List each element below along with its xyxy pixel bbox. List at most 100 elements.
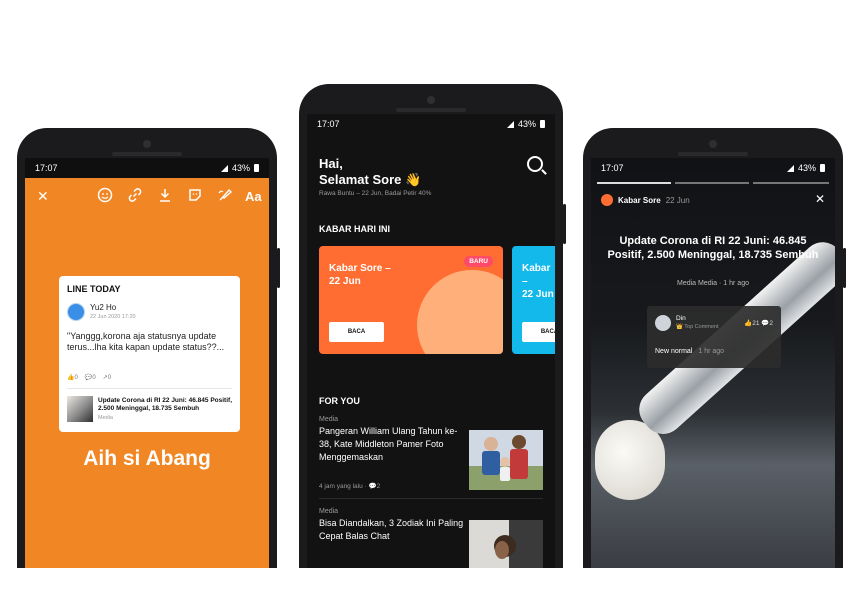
close-icon[interactable]: ✕: [37, 189, 49, 203]
divider: [319, 498, 543, 499]
top-comment-box[interactable]: Din 👑 Top Comment 👍21 💬2 New normal 1 hr …: [647, 306, 781, 368]
avatar: [67, 303, 85, 321]
kabar-card[interactable]: Kabar Sore – 22 Jun BARU BACA: [319, 246, 503, 354]
section-title-kabar: KABAR HARI INI: [319, 224, 390, 234]
editor-toolbar: ✕ Aa: [25, 182, 269, 210]
comment-count-value: 0: [92, 375, 96, 381]
news-source: Media: [98, 415, 113, 421]
power-button: [843, 248, 846, 288]
comment-text-row: New normal 1 hr ago: [655, 348, 724, 355]
article-item[interactable]: Media Bisa Diandalkan, 3 Zodiak Ini Pali…: [319, 508, 469, 543]
search-icon[interactable]: [527, 156, 543, 172]
signal-icon: [220, 164, 228, 172]
comment-count: 💬0: [84, 375, 96, 381]
story-headline[interactable]: Update Corona di RI 22 Juni: 46.845 Posi…: [607, 234, 819, 262]
channel-icon: [601, 194, 613, 206]
battery-percent: 43%: [797, 163, 816, 173]
top-comment-label: 👑 Top Comment: [676, 324, 719, 330]
phone-left: 17:07 43% ✕ Aa LINE TODAY Yu2 Ho 22 Jun …: [17, 128, 280, 568]
greeting: Hai, Selamat Sore 👋: [319, 156, 422, 187]
sun-illustration: [417, 270, 503, 354]
comment-author: Din: [676, 315, 686, 322]
battery-percent: 43%: [231, 163, 250, 173]
article-category: Media: [319, 416, 339, 423]
article-item[interactable]: Media Pangeran William Ulang Tahun ke-38…: [319, 416, 469, 490]
status-bar: 17:07 43%: [25, 158, 269, 178]
divider: [67, 388, 232, 389]
article-thumbnail[interactable]: [469, 430, 543, 490]
emoji-sticker-icon[interactable]: [97, 187, 113, 206]
front-camera: [427, 96, 435, 104]
front-camera: [143, 140, 151, 148]
status-right: 43%: [220, 163, 259, 173]
story-progress-segment: [753, 182, 829, 184]
story-progress-segment: [675, 182, 749, 184]
comment-time: 1 hr ago: [698, 348, 725, 355]
power-button: [277, 248, 280, 288]
text-tool-button[interactable]: Aa: [245, 190, 262, 203]
sticker-icon[interactable]: [187, 187, 203, 206]
section-title-foryou: FOR YOU: [319, 396, 360, 406]
phone-right: 17:07 43% Kabar Sore 22 Jun ✕ Update Cor…: [583, 128, 846, 568]
status-time: 17:07: [35, 163, 58, 173]
article-time: 4 jam yang lalu: [319, 483, 363, 490]
like-count-value: 0: [74, 375, 78, 381]
story-header: Kabar Sore 22 Jun: [601, 194, 690, 206]
draw-icon[interactable]: [217, 187, 233, 206]
channel-date: 22 Jun: [665, 195, 690, 205]
comment-icon: · 💬: [364, 483, 377, 490]
battery-icon: [820, 164, 825, 172]
article-comments: 2: [376, 483, 381, 490]
battery-icon: [540, 120, 545, 128]
download-icon[interactable]: [157, 187, 173, 206]
earpiece: [678, 152, 748, 156]
post-text: "Yanggg,korona aja statusnya update teru…: [67, 331, 225, 352]
post-stats: 👍0 💬0 ↗0: [67, 374, 111, 381]
post-date: 22 Jun 2020 17:20: [90, 314, 136, 320]
earpiece: [112, 152, 182, 156]
status-time: 17:07: [601, 163, 624, 173]
story-editor-screen: 17:07 43% ✕ Aa LINE TODAY Yu2 Ho 22 Jun …: [25, 158, 269, 568]
share-count: ↗0: [102, 375, 112, 381]
status-bar: 17:07 43%: [307, 114, 555, 134]
article-title: Bisa Diandalkan, 3 Zodiak Ini Paling Cep…: [319, 518, 464, 541]
home-feed-screen: 17:07 43% Hai, Selamat Sore 👋 Rawa Buntu…: [307, 114, 555, 568]
signal-icon: [786, 164, 794, 172]
article-thumbnail[interactable]: [469, 520, 543, 568]
comment-likes: 21: [752, 320, 760, 327]
link-icon[interactable]: [127, 187, 143, 206]
kabar-card-next[interactable]: Kabar – 22 Jun BACA: [512, 246, 555, 354]
post-author: Yu2 Ho: [90, 303, 117, 312]
new-badge: BARU: [464, 256, 493, 267]
close-icon[interactable]: ✕: [815, 192, 825, 206]
avatar: [655, 315, 671, 331]
status-right: 43%: [506, 119, 545, 129]
news-thumbnail: [67, 396, 93, 422]
brand-logo: LINE TODAY: [67, 284, 121, 294]
article-category: Media: [319, 508, 339, 515]
comment-stats: 👍21 💬2: [744, 319, 773, 327]
story-viewer-screen: 17:07 43% Kabar Sore 22 Jun ✕ Update Cor…: [591, 158, 835, 568]
article-meta: 4 jam yang lalu · 💬2: [319, 482, 469, 490]
read-button[interactable]: BACA: [522, 322, 555, 342]
status-time: 17:07: [317, 119, 340, 129]
share-count-value: 0: [107, 375, 112, 381]
channel-name[interactable]: Kabar Sore: [618, 196, 661, 205]
kabar-card-title: Kabar Sore – 22 Jun: [329, 263, 391, 287]
front-camera: [709, 140, 717, 148]
location-weather: Rawa Buntu – 22 Jun, Badai Petir 40%: [319, 190, 432, 197]
battery-icon: [254, 164, 259, 172]
earpiece: [396, 108, 466, 112]
story-source-meta: Media Media · 1 hr ago: [677, 280, 749, 287]
power-button: [563, 204, 566, 244]
article-title: Pangeran William Ulang Tahun ke-38, Kate…: [319, 426, 458, 462]
shared-post-card[interactable]: LINE TODAY Yu2 Ho 22 Jun 2020 17:20 "Yan…: [59, 276, 240, 432]
read-button[interactable]: BACA: [329, 322, 384, 342]
like-count: 👍0: [67, 375, 78, 381]
story-progress-segment: [597, 182, 671, 184]
news-title: Update Corona di RI 22 Juni: 46.845 Posi…: [98, 397, 233, 412]
phone-center: 17:07 43% Hai, Selamat Sore 👋 Rawa Buntu…: [299, 84, 566, 568]
status-bar: 17:07 43%: [591, 158, 835, 178]
status-right: 43%: [786, 163, 825, 173]
story-caption[interactable]: Aih si Abang: [25, 447, 269, 471]
